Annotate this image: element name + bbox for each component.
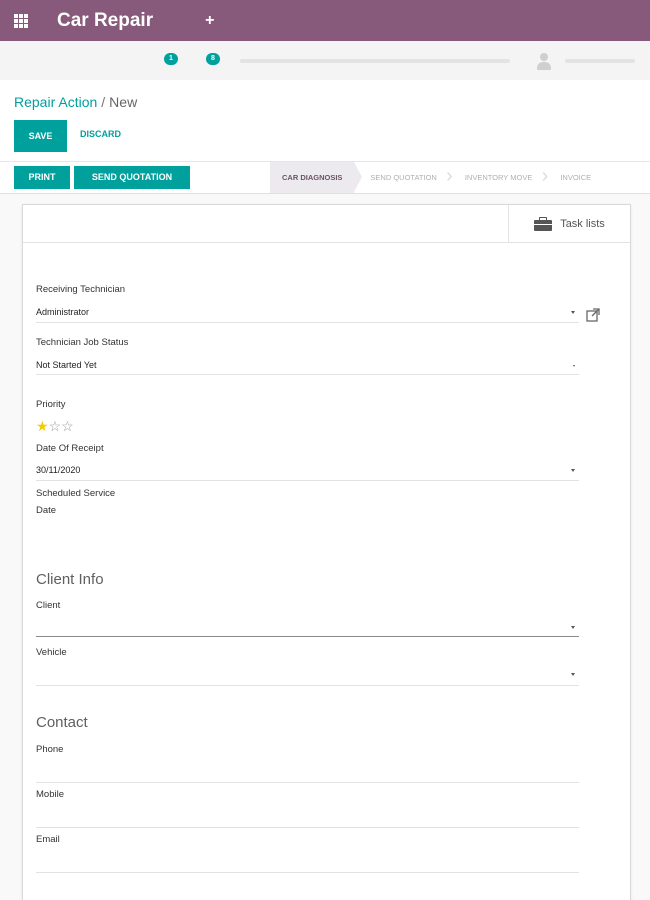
breadcrumb-current: New	[109, 94, 138, 110]
app-title[interactable]: Car Repair	[57, 10, 153, 32]
blurred-menu-items	[240, 59, 510, 63]
print-button[interactable]: PRINT	[14, 166, 70, 189]
client-label: Client	[36, 600, 61, 611]
chevron-down-icon[interactable]	[571, 673, 575, 676]
button-box: Task lists	[23, 205, 630, 243]
plus-icon[interactable]: +	[205, 12, 214, 30]
chevron-down-icon[interactable]	[571, 469, 575, 472]
form-statusbar: PRINT SEND QUOTATION CAR DIAGNOSIS SEND …	[0, 161, 650, 194]
job-status-label: Technician Job Status	[36, 337, 129, 348]
email-underline	[36, 872, 579, 873]
receiving-technician-underline	[36, 322, 579, 323]
systray-bar: 1 8	[0, 41, 650, 80]
vehicle-label: Vehicle	[36, 647, 67, 658]
priority-label: Priority	[36, 399, 66, 410]
vehicle-underline	[36, 685, 579, 686]
date-of-receipt-input[interactable]: 30/11/2020	[36, 465, 80, 475]
task-lists-label: Task lists	[560, 218, 605, 230]
job-status-select[interactable]: Not Started Yet	[36, 360, 97, 370]
client-info-title: Client Info	[36, 571, 104, 588]
discard-button[interactable]: DISCARD	[80, 129, 121, 139]
activity-badge[interactable]: 8	[206, 53, 220, 65]
task-lists-button[interactable]: Task lists	[508, 205, 630, 243]
stage-car-diagnosis[interactable]: CAR DIAGNOSIS	[270, 162, 363, 193]
priority-stars: ★☆☆	[36, 418, 74, 435]
date-of-receipt-underline	[36, 480, 579, 481]
chevron-down-icon[interactable]	[571, 626, 575, 629]
stage-send-quotation[interactable]: SEND QUOTATION	[354, 161, 453, 193]
stage-inventory-move[interactable]: INVENTORY MOVE	[449, 161, 548, 193]
user-avatar-icon[interactable]	[537, 53, 551, 71]
external-link-icon[interactable]	[585, 307, 601, 323]
mobile-input[interactable]	[36, 808, 579, 826]
job-status-underline	[36, 374, 579, 375]
send-quotation-button[interactable]: SEND QUOTATION	[74, 166, 190, 189]
vehicle-input[interactable]	[36, 668, 566, 682]
date-of-receipt-label: Date Of Receipt	[36, 443, 104, 454]
mobile-label: Mobile	[36, 789, 64, 800]
main-navbar: Car Repair +	[0, 0, 650, 41]
save-button[interactable]: SAVE	[14, 120, 67, 152]
breadcrumb-parent-link[interactable]: Repair Action	[14, 94, 97, 110]
apps-grid-icon[interactable]	[14, 13, 28, 28]
notification-badge[interactable]: 1	[164, 53, 178, 65]
control-panel: Repair Action / New SAVE DISCARD	[0, 80, 650, 162]
receiving-technician-input[interactable]: Administrator	[36, 307, 89, 317]
star-filled-icon[interactable]: ★	[36, 418, 49, 434]
stage-invoice[interactable]: INVOICE	[544, 162, 603, 193]
stage-pipeline: CAR DIAGNOSIS SEND QUOTATION INVENTORY M…	[270, 161, 603, 193]
mobile-underline	[36, 827, 579, 828]
phone-input[interactable]	[36, 763, 579, 781]
email-label: Email	[36, 834, 60, 845]
breadcrumb-separator: /	[101, 94, 106, 110]
client-underline	[36, 636, 579, 637]
scheduled-service-label-line2: Date	[36, 505, 57, 516]
star-empty-icon[interactable]: ☆	[61, 418, 74, 434]
breadcrumb: Repair Action / New	[14, 94, 137, 110]
star-empty-icon[interactable]: ☆	[49, 418, 62, 434]
scheduled-service-label-line1: Scheduled Service	[36, 488, 116, 499]
receiving-technician-label: Receiving Technician	[36, 284, 126, 295]
contact-title: Contact	[36, 714, 88, 731]
briefcase-icon	[534, 217, 553, 231]
chevron-down-icon[interactable]	[571, 311, 575, 314]
form-sheet: Task lists Receiving Technician Administ…	[22, 204, 631, 900]
client-input[interactable]	[36, 621, 566, 635]
blurred-user-name	[565, 59, 635, 63]
phone-underline	[36, 782, 579, 783]
email-input[interactable]	[36, 853, 579, 871]
chevron-down-icon[interactable]	[573, 365, 575, 367]
phone-label: Phone	[36, 744, 64, 755]
